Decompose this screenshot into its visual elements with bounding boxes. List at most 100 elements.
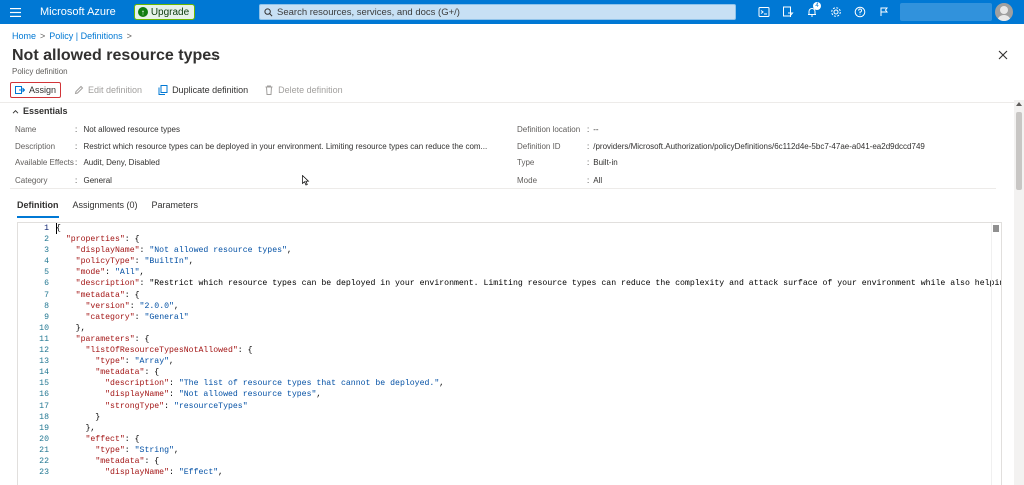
property-key: Category — [15, 176, 48, 185]
line-number: 13 — [39, 357, 49, 367]
scroll-up-arrow-icon[interactable] — [1016, 102, 1022, 106]
close-icon[interactable] — [997, 49, 1009, 61]
code-line: "effect": { — [85, 434, 140, 444]
upgrade-label: Upgrade — [150, 6, 190, 18]
property-definition-location: Definition location : -- — [517, 125, 599, 134]
editor-scrollbar-thumb[interactable] — [993, 225, 999, 232]
property-value: Audit, Deny, Disabled — [83, 158, 160, 167]
assign-button[interactable]: Assign — [10, 82, 62, 98]
code-line: "version": "2.0.0", — [85, 301, 179, 311]
brand-title[interactable]: Microsoft Azure — [40, 6, 116, 18]
cloud-shell-icon[interactable] — [752, 0, 776, 24]
property-available-effects: Available Effects : Audit, Deny, Disable… — [15, 158, 160, 167]
line-number: 19 — [39, 423, 49, 433]
tab-strip: Definition Assignments (0) Parameters — [17, 200, 198, 218]
property-value: Built-in — [593, 158, 618, 167]
property-value: Restrict which resource types can be dep… — [83, 142, 488, 151]
property-key: Name — [15, 125, 37, 134]
json-code-editor[interactable]: 1 2 3 4 5 6 7 8 9 10 11 12 13 14 15 16 17 18 19 20 21 22 23 { … — [17, 222, 1002, 485]
essentials-header: Essentials — [23, 106, 68, 116]
code-line: "type": "Array", — [95, 357, 174, 367]
page-subtitle: Policy definition — [12, 67, 68, 76]
property-key: Type — [517, 158, 535, 167]
mouse-cursor-icon — [302, 175, 310, 186]
code-line: "displayName": "Not allowed resource typ… — [75, 246, 292, 256]
more-options-button[interactable]: ... — [205, 48, 218, 62]
line-number: 6 — [44, 279, 49, 289]
property-category: Category : General — [15, 176, 112, 185]
code-line: "strongType": "resourceTypes" — [105, 401, 248, 411]
line-number: 5 — [44, 268, 49, 278]
code-line: "policyType": "BuiltIn", — [75, 257, 194, 267]
user-avatar[interactable] — [995, 3, 1013, 21]
property-description: Description : Restrict which resource ty… — [15, 142, 488, 151]
editor-scrollbar[interactable] — [991, 223, 1001, 485]
text-cursor — [56, 223, 57, 234]
property-name: Name : Not allowed resource types — [15, 125, 180, 134]
delete-definition-button[interactable]: Delete definition — [261, 82, 346, 98]
line-number: 22 — [39, 456, 49, 466]
line-number: 16 — [39, 390, 49, 400]
property-definition-id: Definition ID :/providers/Microsoft.Auth… — [517, 142, 925, 151]
property-key: Available Effects — [15, 158, 74, 167]
breadcrumb-policy-definitions-link[interactable]: Policy | Definitions — [49, 31, 122, 41]
tab-assignments[interactable]: Assignments (0) — [73, 200, 138, 218]
arrow-up-icon: ↑ — [137, 7, 148, 17]
property-value: -- — [593, 125, 599, 134]
property-key: Description — [15, 142, 56, 151]
directory-filter-icon[interactable] — [776, 0, 800, 24]
property-type: Type : Built-in — [517, 158, 618, 167]
property-key: Definition ID — [517, 142, 561, 151]
breadcrumb-separator: > — [126, 31, 132, 41]
upgrade-button[interactable]: ↑ Upgrade — [133, 4, 196, 20]
line-number: 23 — [39, 468, 49, 478]
code-line: "properties": { — [65, 235, 140, 245]
page-scrollbar-thumb[interactable] — [1016, 112, 1022, 190]
property-key: Mode — [517, 176, 538, 185]
code-line: "listOfResourceTypesNotAllowed": { — [85, 346, 253, 356]
assign-icon — [15, 86, 25, 94]
delete-definition-label: Delete definition — [278, 85, 343, 95]
code-line: "description": "The list of resource typ… — [105, 379, 445, 389]
line-number: 18 — [39, 412, 49, 422]
line-number: 1 — [44, 224, 49, 233]
settings-gear-icon[interactable] — [824, 0, 848, 24]
essentials-divider — [10, 188, 996, 189]
notifications-bell-icon[interactable]: 4 — [800, 0, 824, 24]
property-value: All — [593, 176, 603, 185]
hamburger-menu-icon[interactable] — [0, 0, 30, 24]
code-line: "metadata": { — [95, 368, 160, 378]
line-number: 7 — [44, 290, 49, 300]
line-number: 3 — [44, 246, 49, 256]
toolbar-divider — [0, 102, 1024, 103]
tab-definition[interactable]: Definition — [17, 200, 59, 218]
breadcrumb-separator: > — [40, 31, 46, 41]
line-number: 17 — [39, 401, 49, 411]
code-line: } — [56, 412, 101, 422]
notification-count-badge: 4 — [813, 2, 821, 10]
code-line: }, — [56, 423, 96, 433]
command-bar: Assign Edit definition Duplicate definit… — [10, 82, 346, 98]
assign-label: Assign — [29, 85, 57, 95]
code-line: "mode": "All", — [75, 268, 145, 278]
code-line: "displayName": "Effect", — [105, 468, 224, 478]
search-input[interactable] — [277, 6, 717, 18]
help-question-icon[interactable] — [848, 0, 872, 24]
property-value: /providers/Microsoft.Authorization/polic… — [593, 142, 925, 151]
search-icon — [264, 7, 273, 16]
trash-icon — [265, 85, 273, 95]
page-scrollbar[interactable] — [1014, 100, 1024, 485]
line-number: 2 — [44, 235, 49, 245]
property-key: Definition location — [517, 125, 581, 134]
tab-parameters[interactable]: Parameters — [152, 200, 199, 218]
code-content[interactable]: { "properties": { "displayName": "Not al… — [56, 223, 1001, 485]
global-search-box[interactable] — [259, 4, 736, 20]
duplicate-definition-button[interactable]: Duplicate definition — [155, 82, 251, 98]
breadcrumb-home-link[interactable]: Home — [12, 31, 36, 41]
line-number: 4 — [44, 257, 49, 267]
edit-definition-button[interactable]: Edit definition — [71, 82, 145, 98]
line-number: 20 — [39, 434, 49, 444]
account-name-block[interactable] — [900, 3, 992, 21]
essentials-toggle[interactable]: Essentials — [12, 106, 68, 116]
feedback-icon[interactable] — [872, 0, 896, 24]
